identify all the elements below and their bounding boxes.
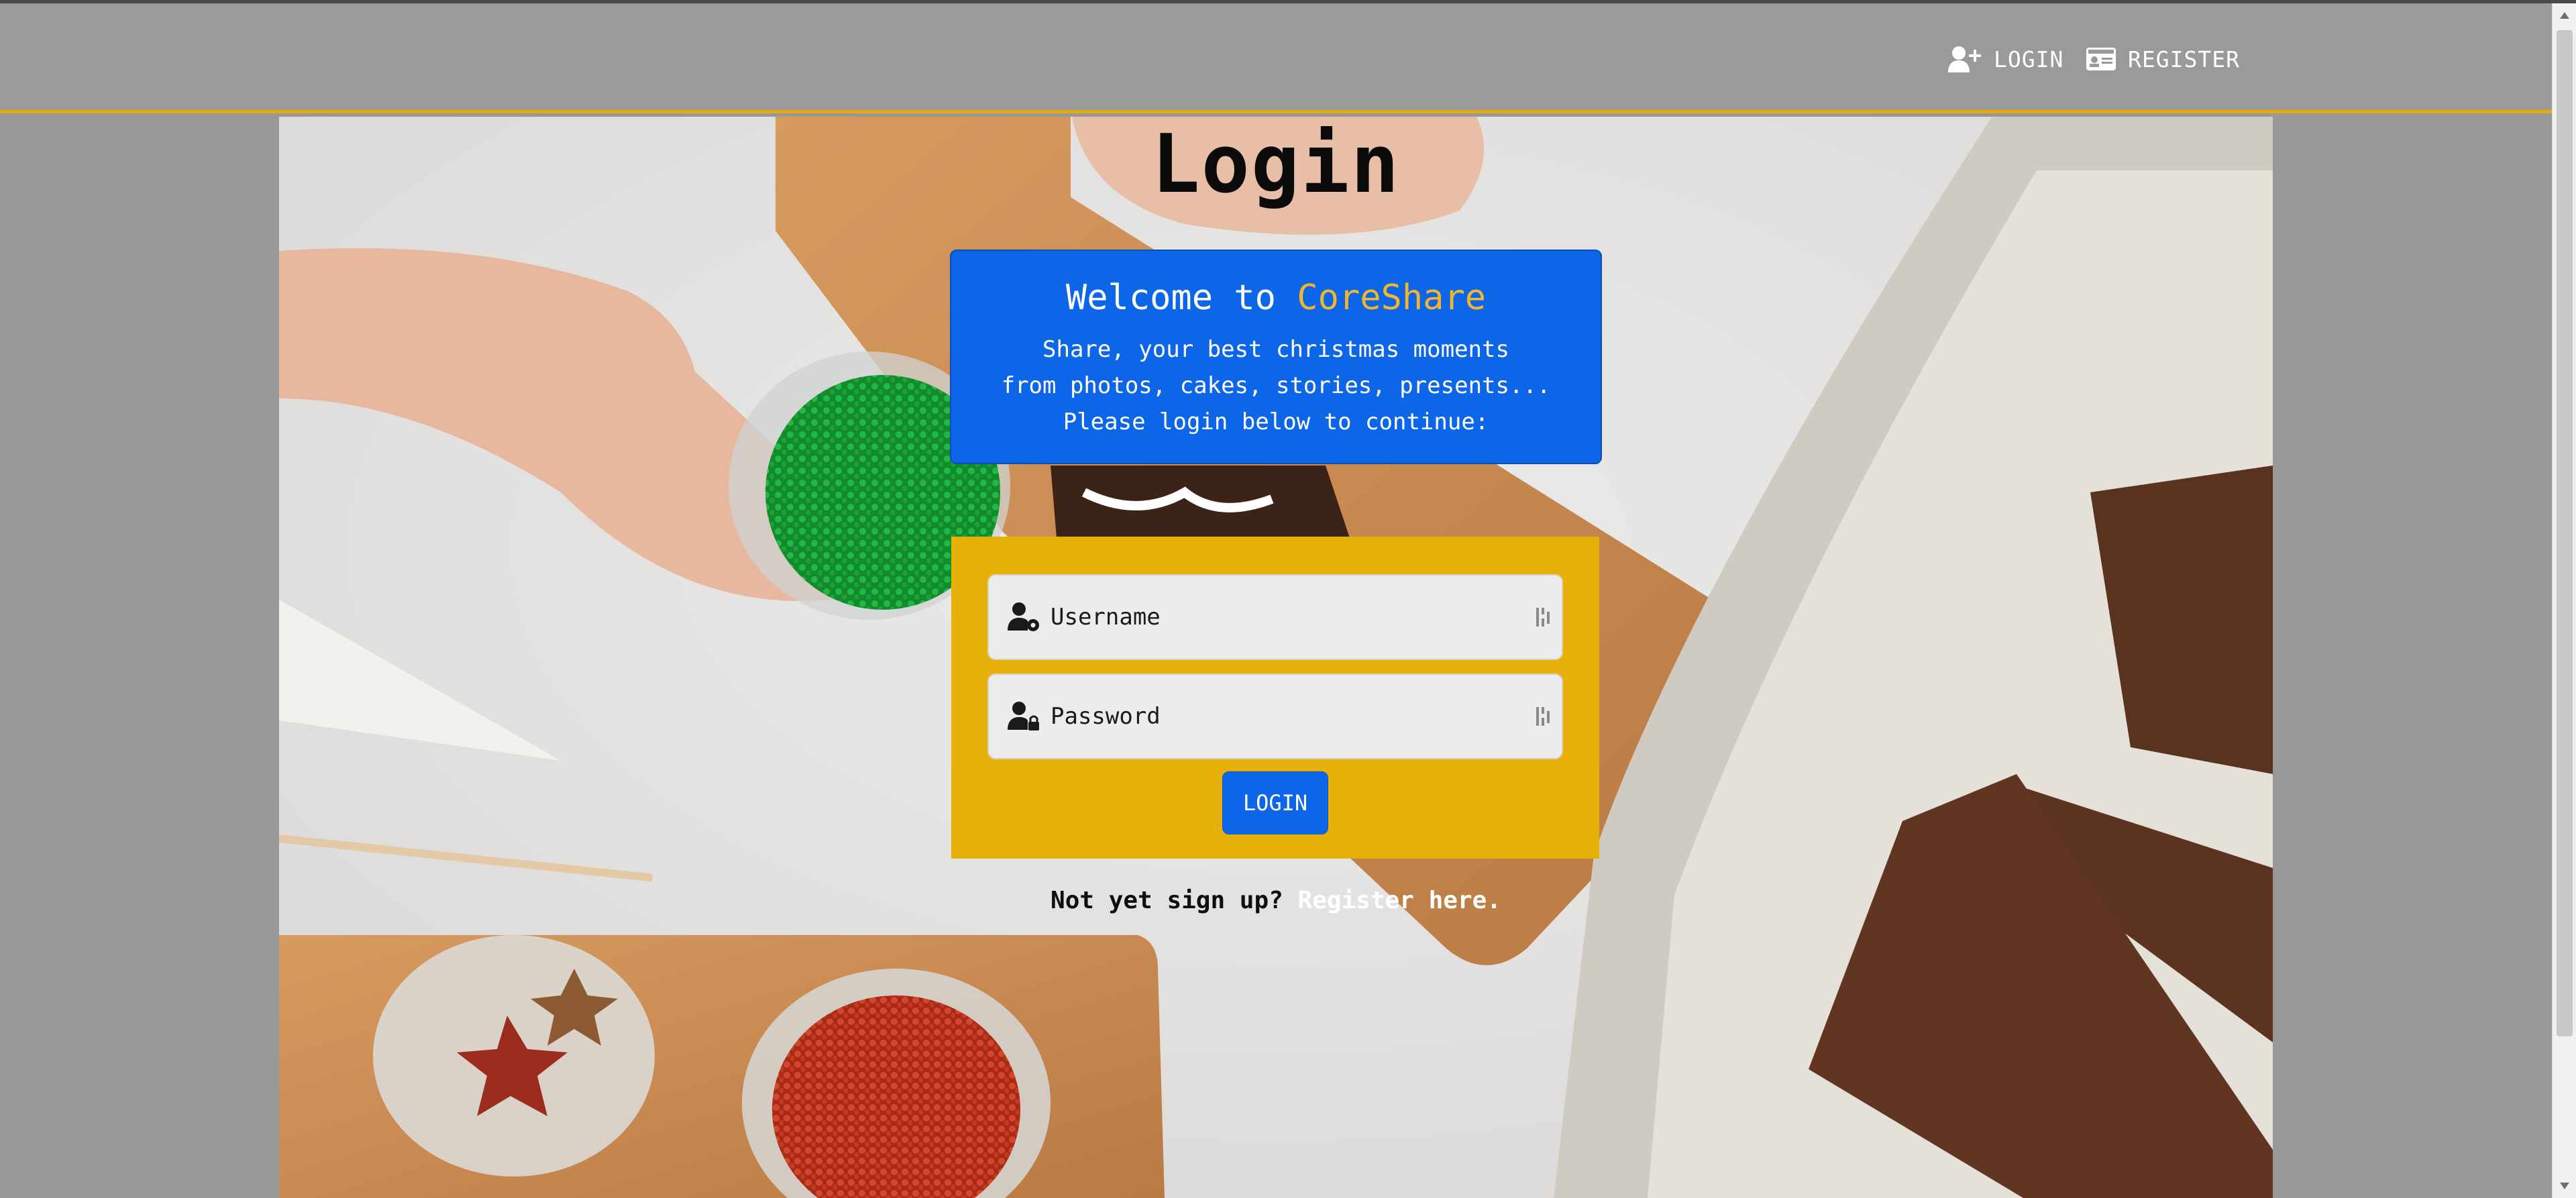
user-gear-icon [1008,602,1039,631]
welcome-line-3: Please login below to continue: [1063,409,1489,435]
id-card-icon [2086,48,2116,70]
username-input[interactable] [1051,597,1520,637]
welcome-text: Share, your best christmas moments from … [951,331,1601,440]
vertical-scrollbar[interactable] [2552,3,2576,1198]
password-field[interactable] [987,673,1563,759]
page-title: Login [1151,118,1401,211]
scroll-down-arrow-icon[interactable] [2553,1174,2576,1198]
username-field[interactable] [987,574,1563,660]
brand-name: CoreShare [1297,278,1487,318]
user-plus-icon [1948,46,1981,72]
top-navbar: LOGIN REGISTER [0,3,2552,113]
scroll-up-arrow-icon[interactable] [2553,3,2576,28]
welcome-line-1: Share, your best christmas moments [1042,336,1509,363]
nav-login-label: LOGIN [1994,46,2064,72]
login-form: LOGIN [951,537,1599,859]
login-button[interactable]: LOGIN [1222,771,1328,834]
nav-register-link[interactable]: REGISTER [2086,42,2240,76]
welcome-card: Welcome to CoreShare Share, your best ch… [950,250,1602,464]
user-lock-icon [1008,702,1039,730]
welcome-title: Welcome to CoreShare [951,278,1601,318]
welcome-line-2: from photos, cakes, stories, presents... [1001,372,1551,399]
signup-prompt-text: Not yet sign up? [1051,887,1298,914]
password-manager-icon[interactable] [1535,605,1551,629]
signup-prompt: Not yet sign up? Register here. [0,887,2552,914]
welcome-prefix: Welcome to [1065,278,1297,318]
nav-register-label: REGISTER [2128,46,2240,72]
password-input[interactable] [1051,696,1520,737]
scrollbar-thumb[interactable] [2557,30,2573,1036]
register-here-link[interactable]: Register here. [1298,887,1501,914]
nav-login-link[interactable]: LOGIN [1948,42,2063,76]
password-manager-icon[interactable] [1535,704,1551,728]
